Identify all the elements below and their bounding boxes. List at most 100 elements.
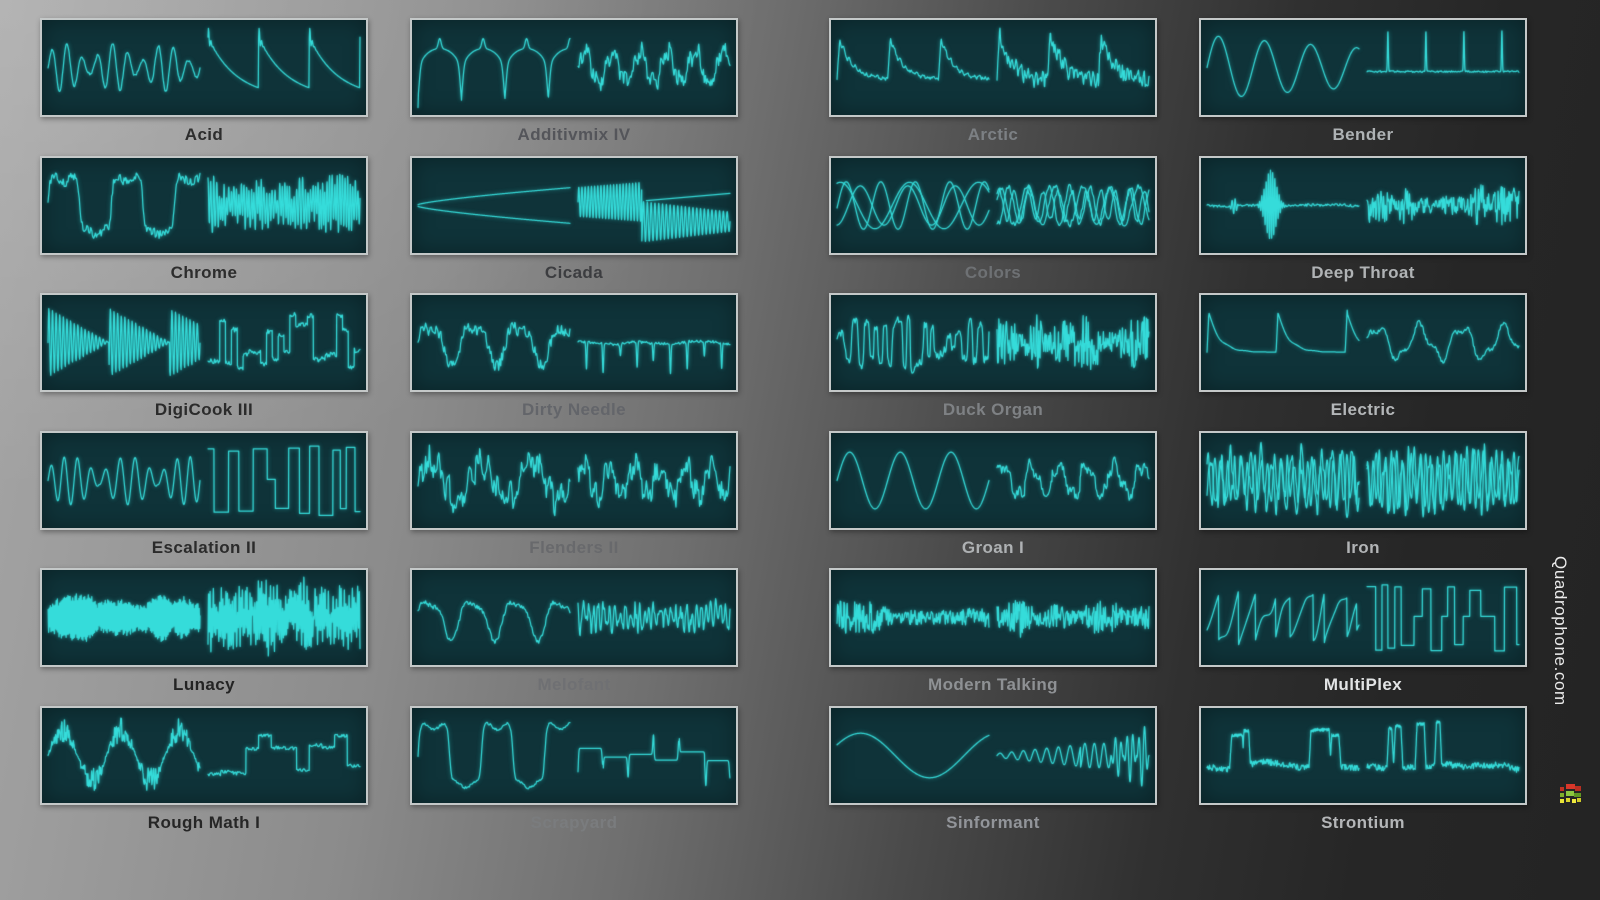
wave-panel[interactable] bbox=[40, 706, 368, 805]
site-watermark-link[interactable]: Quadrophone.com bbox=[1550, 556, 1570, 706]
wavetable-cell: MultiPlex bbox=[1199, 568, 1527, 706]
wavetable-cell: Escalation II bbox=[40, 431, 368, 569]
waveform-display bbox=[412, 295, 736, 390]
wave-panel[interactable] bbox=[829, 156, 1157, 255]
wavetable-cell: Additivmix IV bbox=[410, 18, 738, 156]
waveform-display bbox=[1201, 708, 1525, 803]
wavetable-label: Dirty Needle bbox=[410, 397, 738, 423]
wave-panel[interactable] bbox=[1199, 568, 1527, 667]
wavetable-cell: Acid bbox=[40, 18, 368, 156]
waveform-display bbox=[42, 570, 366, 665]
wavetable-label: Colors bbox=[829, 260, 1157, 286]
wave-panel[interactable] bbox=[829, 18, 1157, 117]
wavetable-label: Lunacy bbox=[40, 672, 368, 698]
wave-panel[interactable] bbox=[40, 293, 368, 392]
waveform-display bbox=[831, 20, 1155, 115]
wavetable-cell: Dirty Needle bbox=[410, 293, 738, 431]
wavetable-label: Rough Math I bbox=[40, 810, 368, 836]
wave-panel[interactable] bbox=[40, 568, 368, 667]
waveform-display bbox=[42, 295, 366, 390]
wavetable-cell: Rough Math I bbox=[40, 706, 368, 844]
wavetable-label: Melofant bbox=[410, 672, 738, 698]
waveform-display bbox=[412, 570, 736, 665]
waveform-display bbox=[831, 295, 1155, 390]
wave-panel[interactable] bbox=[1199, 156, 1527, 255]
wave-panel[interactable] bbox=[410, 431, 738, 530]
wave-panel[interactable] bbox=[410, 568, 738, 667]
wavetable-cell: DigiCook III bbox=[40, 293, 368, 431]
wavetable-label: Scrapyard bbox=[410, 810, 738, 836]
wavetable-label: Acid bbox=[40, 122, 368, 148]
wavetable-cell: Deep Throat bbox=[1199, 156, 1527, 294]
wavetable-cell: Electric bbox=[1199, 293, 1527, 431]
wave-panel[interactable] bbox=[410, 293, 738, 392]
wavetable-gallery-screen: Acid Additivmix IV Chrome Cicada bbox=[0, 0, 1600, 900]
quadrophone-logo-icon[interactable] bbox=[1560, 784, 1582, 806]
wavetable-label: Escalation II bbox=[40, 535, 368, 561]
wavetable-cell: Flenders II bbox=[410, 431, 738, 569]
waveform-display bbox=[42, 20, 366, 115]
grid-group-left: Acid Additivmix IV Chrome Cicada bbox=[40, 18, 738, 843]
wavetable-cell: Arctic bbox=[829, 18, 1157, 156]
wavetable-cell: Bender bbox=[1199, 18, 1527, 156]
wavetable-cell: Groan I bbox=[829, 431, 1157, 569]
grid-group-right: Arctic Bender Colors Deep Throat bbox=[829, 18, 1527, 843]
waveform-display bbox=[1201, 433, 1525, 528]
wavetable-label: Electric bbox=[1199, 397, 1527, 423]
wave-panel[interactable] bbox=[829, 568, 1157, 667]
wavetable-cell: Colors bbox=[829, 156, 1157, 294]
wavetable-label: Flenders II bbox=[410, 535, 738, 561]
wavetable-label: Duck Organ bbox=[829, 397, 1157, 423]
waveform-display bbox=[42, 708, 366, 803]
wavetable-label: Chrome bbox=[40, 260, 368, 286]
wave-panel[interactable] bbox=[1199, 18, 1527, 117]
wavetable-label: Sinformant bbox=[829, 810, 1157, 836]
wavetable-cell: Duck Organ bbox=[829, 293, 1157, 431]
waveform-display bbox=[412, 20, 736, 115]
waveform-display bbox=[42, 158, 366, 253]
wave-panel[interactable] bbox=[829, 293, 1157, 392]
wavetable-label: Additivmix IV bbox=[410, 122, 738, 148]
waveform-display bbox=[831, 708, 1155, 803]
wavetable-label: Groan I bbox=[829, 535, 1157, 561]
wavetable-label: Strontium bbox=[1199, 810, 1527, 836]
waveform-display bbox=[412, 433, 736, 528]
wave-panel[interactable] bbox=[40, 431, 368, 530]
wave-panel[interactable] bbox=[40, 18, 368, 117]
wave-panel[interactable] bbox=[1199, 706, 1527, 805]
wavetable-label: Iron bbox=[1199, 535, 1527, 561]
wavetable-label: MultiPlex bbox=[1199, 672, 1527, 698]
wavetable-label: Arctic bbox=[829, 122, 1157, 148]
waveform-display bbox=[412, 158, 736, 253]
waveform-display bbox=[1201, 570, 1525, 665]
waveform-display bbox=[412, 708, 736, 803]
wavetable-cell: Strontium bbox=[1199, 706, 1527, 844]
waveform-display bbox=[831, 570, 1155, 665]
wave-panel[interactable] bbox=[1199, 431, 1527, 530]
wavetable-label: Modern Talking bbox=[829, 672, 1157, 698]
wave-panel[interactable] bbox=[410, 706, 738, 805]
wavetable-cell: Scrapyard bbox=[410, 706, 738, 844]
wavetable-cell: Cicada bbox=[410, 156, 738, 294]
wavetable-label: Cicada bbox=[410, 260, 738, 286]
wave-panel[interactable] bbox=[410, 156, 738, 255]
wavetable-cell: Sinformant bbox=[829, 706, 1157, 844]
wavetable-cell: Melofant bbox=[410, 568, 738, 706]
wave-panel[interactable] bbox=[829, 706, 1157, 805]
wavetable-cell: Modern Talking bbox=[829, 568, 1157, 706]
wavetable-cell: Lunacy bbox=[40, 568, 368, 706]
wavetable-label: Bender bbox=[1199, 122, 1527, 148]
wavetable-grid: Acid Additivmix IV Chrome Cicada bbox=[40, 18, 1527, 843]
wave-panel[interactable] bbox=[410, 18, 738, 117]
waveform-display bbox=[831, 158, 1155, 253]
waveform-display bbox=[831, 433, 1155, 528]
wavetable-label: DigiCook III bbox=[40, 397, 368, 423]
waveform-display bbox=[1201, 158, 1525, 253]
wave-panel[interactable] bbox=[829, 431, 1157, 530]
wavetable-cell: Iron bbox=[1199, 431, 1527, 569]
wave-panel[interactable] bbox=[40, 156, 368, 255]
wave-panel[interactable] bbox=[1199, 293, 1527, 392]
waveform-display bbox=[1201, 20, 1525, 115]
wavetable-cell: Chrome bbox=[40, 156, 368, 294]
waveform-display bbox=[1201, 295, 1525, 390]
